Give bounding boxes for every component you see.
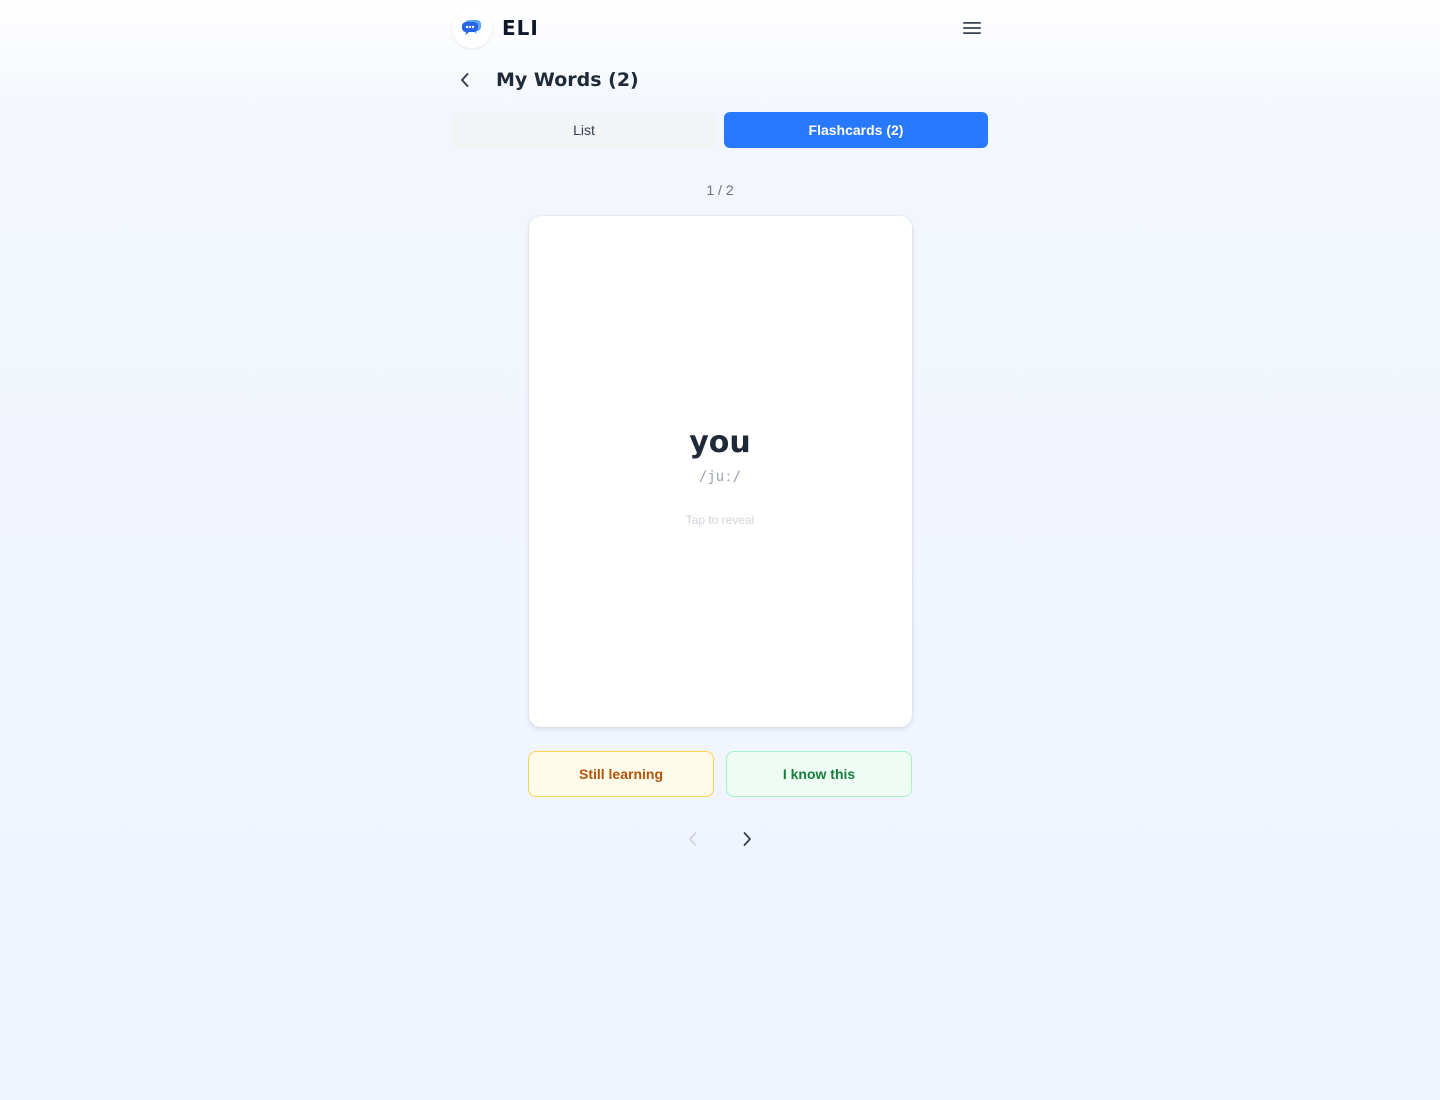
flashcard-word: you [689,424,751,460]
next-card-chevron-right-icon[interactable] [735,827,759,851]
card-actions: Still learning I know this [528,751,912,797]
page-title: My Words (2) [496,69,639,91]
flashcard[interactable]: you /juː/ Tap to reveal [528,216,912,727]
brand[interactable]: ELI [452,8,539,48]
i-know-this-button[interactable]: I know this [726,751,912,797]
tap-to-reveal-hint: Tap to reveal [685,512,755,527]
still-learning-button[interactable]: Still learning [528,751,714,797]
app-header: ELI [452,0,988,56]
card-counter: 1 / 2 [706,182,734,198]
title-row: My Words (2) [452,56,988,104]
hamburger-menu-icon[interactable] [956,12,988,44]
app-container: ELI My Words (2) List Flashcards (2) 1 /… [452,0,988,851]
tab-flashcards[interactable]: Flashcards (2) [724,112,988,148]
view-tabs: List Flashcards (2) [452,112,988,148]
tab-list[interactable]: List [452,112,716,148]
previous-card-chevron-left-icon[interactable] [681,827,705,851]
back-chevron-left-icon[interactable] [452,67,478,93]
flashcard-phonetic: /juː/ [698,468,742,485]
card-pager [452,827,988,851]
app-name: ELI [502,16,539,40]
chat-bubbles-icon [452,8,492,48]
